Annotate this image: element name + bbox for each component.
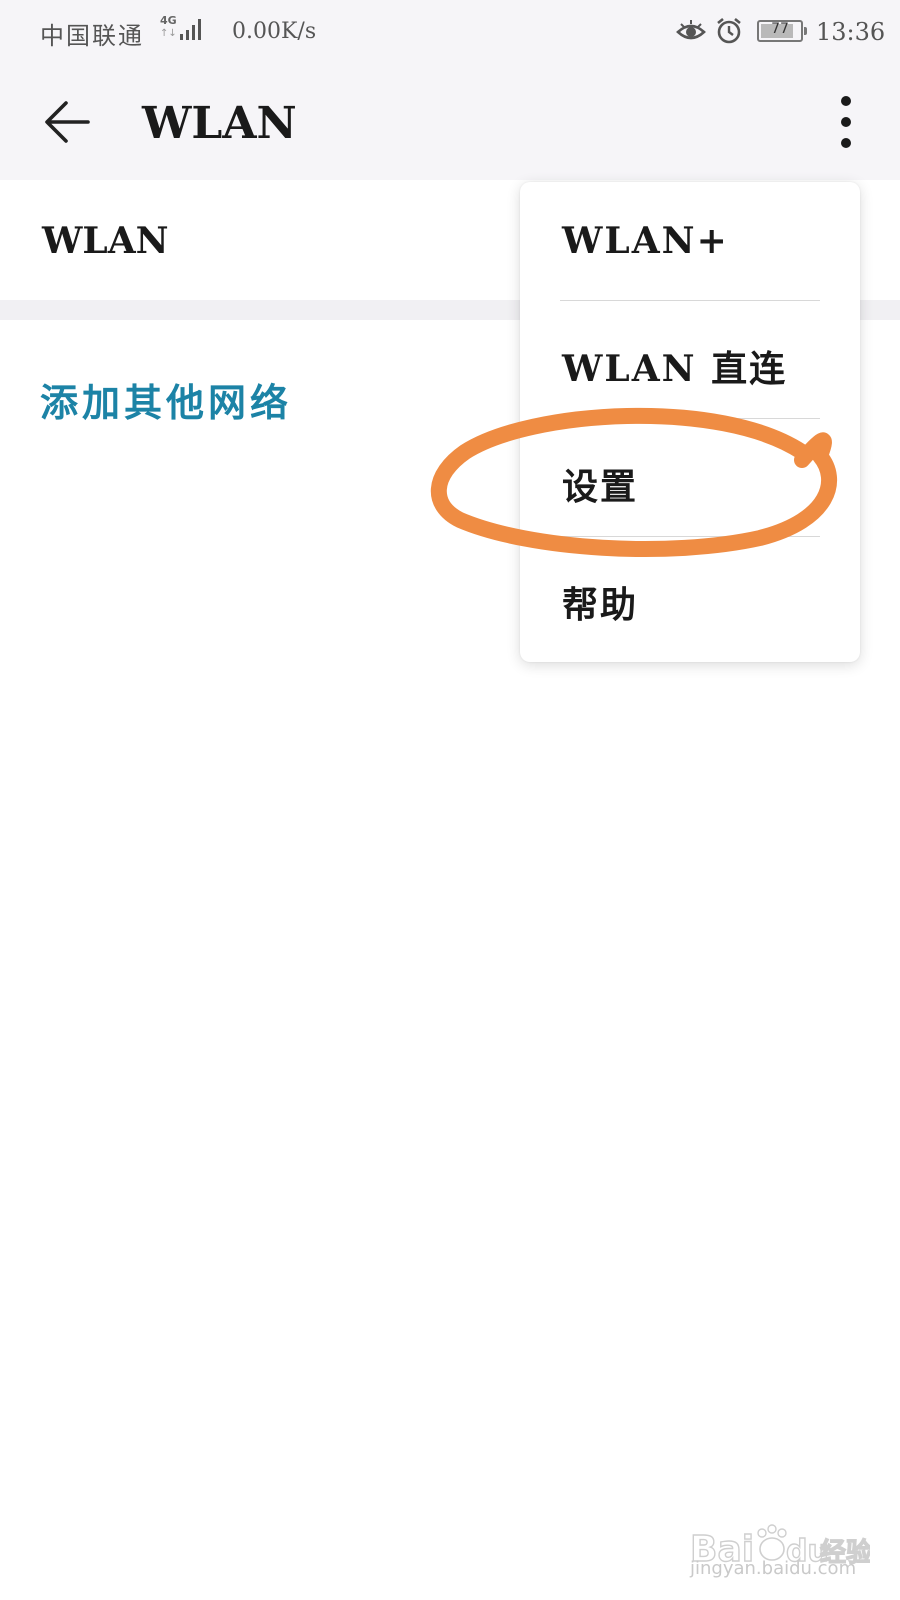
network-type: 4G xyxy=(160,14,177,27)
battery-level: 77 xyxy=(771,21,789,37)
paw-icon xyxy=(757,1524,787,1561)
menu-item-label: 帮助 xyxy=(562,584,639,626)
more-options-button[interactable] xyxy=(820,92,872,152)
menu-item-wlan-plus[interactable]: WLAN+ xyxy=(520,182,860,302)
overflow-menu: WLAN+ WLAN 直连 设置 帮助 xyxy=(520,182,860,662)
menu-item-wlan-direct[interactable]: WLAN 直连 xyxy=(520,302,860,422)
menu-divider xyxy=(560,300,820,301)
page-title: WLAN xyxy=(142,98,297,149)
signal-icon: 4G ↑↓ xyxy=(160,14,206,44)
status-bar: 中国联通 4G ↑↓ 0.00K/s 77 13:36 xyxy=(0,0,900,64)
network-speed: 0.00K/s xyxy=(232,19,317,44)
more-vertical-icon xyxy=(841,96,851,148)
alarm-icon xyxy=(717,17,741,44)
menu-item-settings[interactable]: 设置 xyxy=(520,420,860,540)
menu-item-label: WLAN+ xyxy=(562,220,729,262)
menu-item-label: WLAN 直连 xyxy=(562,348,788,390)
menu-item-label: 设置 xyxy=(562,466,639,508)
menu-item-help[interactable]: 帮助 xyxy=(520,538,860,658)
watermark-url: jingyan.baidu.com xyxy=(690,1558,857,1579)
wlan-toggle-label: WLAN xyxy=(42,220,169,262)
carrier-name: 中国联通 xyxy=(40,22,144,50)
add-other-network-link[interactable]: 添加其他网络 xyxy=(40,372,292,427)
battery-icon: 77 xyxy=(757,20,807,42)
data-arrows-icon: ↑↓ xyxy=(160,28,177,39)
eye-icon xyxy=(676,20,706,40)
menu-divider xyxy=(560,536,820,537)
menu-divider xyxy=(560,418,820,419)
clock: 13:36 xyxy=(816,18,886,46)
app-bar: WLAN xyxy=(0,64,900,180)
back-button[interactable] xyxy=(38,92,98,152)
arrow-left-icon xyxy=(45,101,90,143)
